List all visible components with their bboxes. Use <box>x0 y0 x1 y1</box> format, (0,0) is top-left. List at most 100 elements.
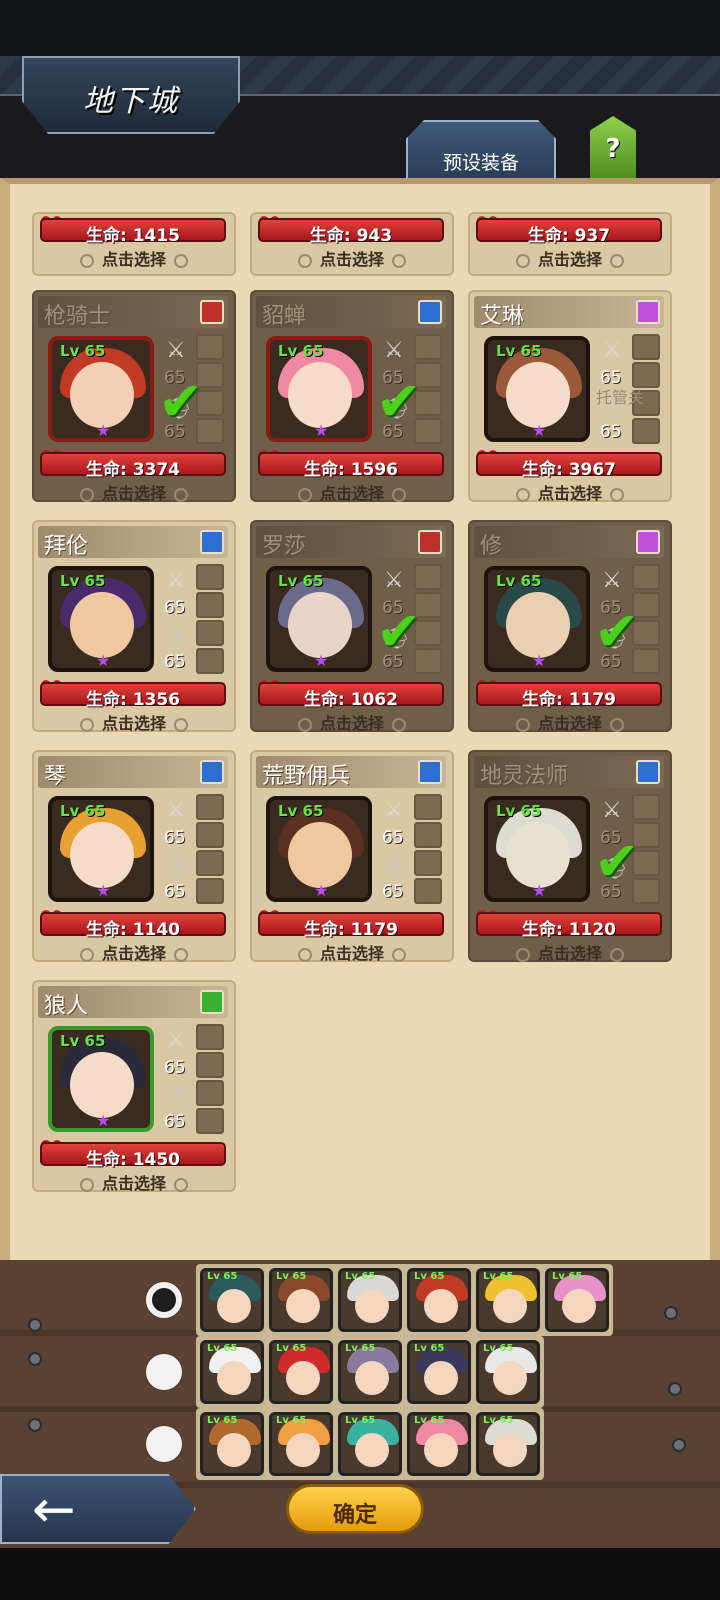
select-button[interactable]: 点击选择 <box>34 480 234 504</box>
rivet-icon <box>28 1318 42 1332</box>
equipment-slot[interactable] <box>632 418 660 444</box>
equipment-slot[interactable] <box>414 850 442 876</box>
hero-portrait: Lv 65 ★ <box>48 796 154 902</box>
equipment-slot[interactable] <box>196 794 224 820</box>
team-radio-button[interactable] <box>146 1354 182 1390</box>
equipment-slot[interactable] <box>196 1108 224 1134</box>
select-button[interactable]: 点击选择 <box>252 940 452 964</box>
team-member-portrait[interactable]: Lv 65 <box>269 1412 333 1476</box>
team-member-portrait[interactable]: Lv 65 <box>269 1268 333 1332</box>
equipment-slot[interactable] <box>632 794 660 820</box>
team-member-portrait[interactable]: Lv 65 <box>338 1340 402 1404</box>
radio-dot-icon <box>297 947 312 962</box>
armor-level: 65 <box>164 1112 186 1132</box>
face-shape <box>355 1289 389 1323</box>
select-button[interactable]: 点击选择 <box>34 710 234 734</box>
team-member-portrait[interactable]: Lv 65 <box>545 1268 609 1332</box>
equipment-slot[interactable] <box>196 878 224 904</box>
equipment-slot[interactable] <box>414 334 442 360</box>
level-label: Lv 65 <box>345 1343 376 1354</box>
select-button[interactable]: 点击选择 <box>470 940 670 964</box>
equipment-slot[interactable] <box>414 564 442 590</box>
equipment-slot[interactable] <box>196 592 224 618</box>
team-member-portrait[interactable]: Lv 65 <box>338 1268 402 1332</box>
selected-check-icon: ✔ <box>594 830 640 893</box>
weapon-level: 65 <box>164 598 186 618</box>
equipment-slot[interactable] <box>414 794 442 820</box>
team-member-portrait[interactable]: Lv 65 <box>476 1268 540 1332</box>
select-button[interactable]: 点击选择 <box>470 710 670 734</box>
hero-card[interactable]: 狼人Lv 65★6565⚔⛑♥生命: 1450点击选择 <box>32 980 236 1194</box>
hero-portrait: Lv 65 ★ <box>48 1026 154 1132</box>
equipment-slot[interactable] <box>632 334 660 360</box>
hero-card[interactable]: 枪骑士Lv 65★6565⚔⛑✔♥生命: 3374点击选择 <box>32 290 236 504</box>
hero-portrait: Lv 65 ★ <box>484 336 590 442</box>
weapon-level: 65 <box>164 1058 186 1078</box>
equipment-slot[interactable] <box>196 564 224 590</box>
team-member-portrait[interactable]: Lv 65 <box>407 1340 471 1404</box>
face-shape <box>217 1361 251 1395</box>
select-label: 点击选择 <box>101 714 166 733</box>
confirm-button[interactable]: 确定 <box>286 1484 424 1534</box>
equipment-slot[interactable] <box>632 564 660 590</box>
radio-dot-icon <box>79 947 94 962</box>
sword-icon: ⚔ <box>384 798 404 823</box>
equipment-slot[interactable] <box>414 878 442 904</box>
face-shape <box>493 1289 527 1323</box>
select-button[interactable]: 点击选择 <box>34 246 234 270</box>
hero-card[interactable]: 琴Lv 65★6565⚔⛑♥生命: 1140点击选择 <box>32 750 236 964</box>
select-button[interactable]: 点击选择 <box>252 710 452 734</box>
hero-card-partial[interactable]: ♥生命: 1415点击选择 <box>32 212 236 276</box>
hp-text: 生命: 1140 <box>85 920 181 940</box>
select-button[interactable]: 点击选择 <box>470 246 670 270</box>
equipment-slot[interactable] <box>196 850 224 876</box>
level-label: Lv 65 <box>60 342 106 360</box>
equipment-slot[interactable] <box>196 334 224 360</box>
team-member-portrait[interactable]: Lv 65 <box>200 1412 264 1476</box>
help-button[interactable]: ? <box>590 116 636 182</box>
equipment-slot[interactable] <box>196 1024 224 1050</box>
hero-card-partial[interactable]: ♥生命: 937点击选择 <box>468 212 672 276</box>
hero-card-partial[interactable]: ♥生命: 943点击选择 <box>250 212 454 276</box>
team-member-portrait[interactable]: Lv 65 <box>407 1268 471 1332</box>
team-member-portrait[interactable]: Lv 65 <box>476 1412 540 1476</box>
select-button[interactable]: 点击选择 <box>252 480 452 504</box>
hero-card[interactable]: 貂蝉Lv 65★6565⚔⛑✔♥生命: 1596点击选择 <box>250 290 454 504</box>
team-row: Lv 65 Lv 65 Lv 65 Lv 65 Lv 65 <box>196 1408 544 1480</box>
team-member-portrait[interactable]: Lv 65 <box>476 1340 540 1404</box>
team-member-portrait[interactable]: Lv 65 <box>269 1340 333 1404</box>
select-button[interactable]: 点击选择 <box>252 246 452 270</box>
select-button[interactable]: 点击选择 <box>470 480 670 504</box>
equipment-slot[interactable] <box>414 822 442 848</box>
team-member-portrait[interactable]: Lv 65 <box>200 1340 264 1404</box>
team-row: Lv 65 Lv 65 Lv 65 Lv 65 Lv 65 Lv 65 <box>196 1264 613 1336</box>
hp-text: 生命: 937 <box>527 226 611 246</box>
team-member-portrait[interactable]: Lv 65 <box>338 1412 402 1476</box>
team-row: Lv 65 Lv 65 Lv 65 Lv 65 Lv 65 <box>196 1336 544 1408</box>
team-radio-button[interactable] <box>146 1426 182 1462</box>
select-button[interactable]: 点击选择 <box>34 940 234 964</box>
level-label: Lv 65 <box>278 342 324 360</box>
hp-text: 生命: 3374 <box>85 460 181 480</box>
face-shape <box>70 822 134 888</box>
hero-card[interactable]: 荒野佣兵Lv 65★6565⚔⛑♥生命: 1179点击选择 <box>250 750 454 964</box>
team-radio-button[interactable] <box>146 1282 182 1318</box>
sword-icon: ⚔ <box>384 338 404 363</box>
equipment-slot[interactable] <box>196 648 224 674</box>
preset-equipment-button[interactable]: 预设装备 <box>406 120 556 182</box>
back-button[interactable]: ← <box>0 1474 196 1544</box>
hero-card[interactable]: 地灵法师Lv 65★6565⚔⛑✔♥生命: 1120点击选择 <box>468 750 672 964</box>
radio-dot-icon <box>79 253 94 268</box>
equipment-slot[interactable] <box>196 620 224 646</box>
hero-card[interactable]: 拜伦Lv 65★6565⚔⛑♥生命: 1356点击选择 <box>32 520 236 734</box>
team-member-portrait[interactable]: Lv 65 <box>407 1412 471 1476</box>
team-member-portrait[interactable]: Lv 65 <box>200 1268 264 1332</box>
element-gem-icon <box>636 530 660 554</box>
equipment-slot[interactable] <box>196 1080 224 1106</box>
equipment-slot[interactable] <box>196 822 224 848</box>
equipment-slot[interactable] <box>196 1052 224 1078</box>
hero-card[interactable]: 罗莎Lv 65★6565⚔⛑✔♥生命: 1062点击选择 <box>250 520 454 734</box>
hp-bar: 生命: 1596 <box>258 452 444 480</box>
select-button[interactable]: 点击选择 <box>34 1170 234 1194</box>
hero-card[interactable]: 修Lv 65★6565⚔⛑✔♥生命: 1179点击选择 <box>468 520 672 734</box>
